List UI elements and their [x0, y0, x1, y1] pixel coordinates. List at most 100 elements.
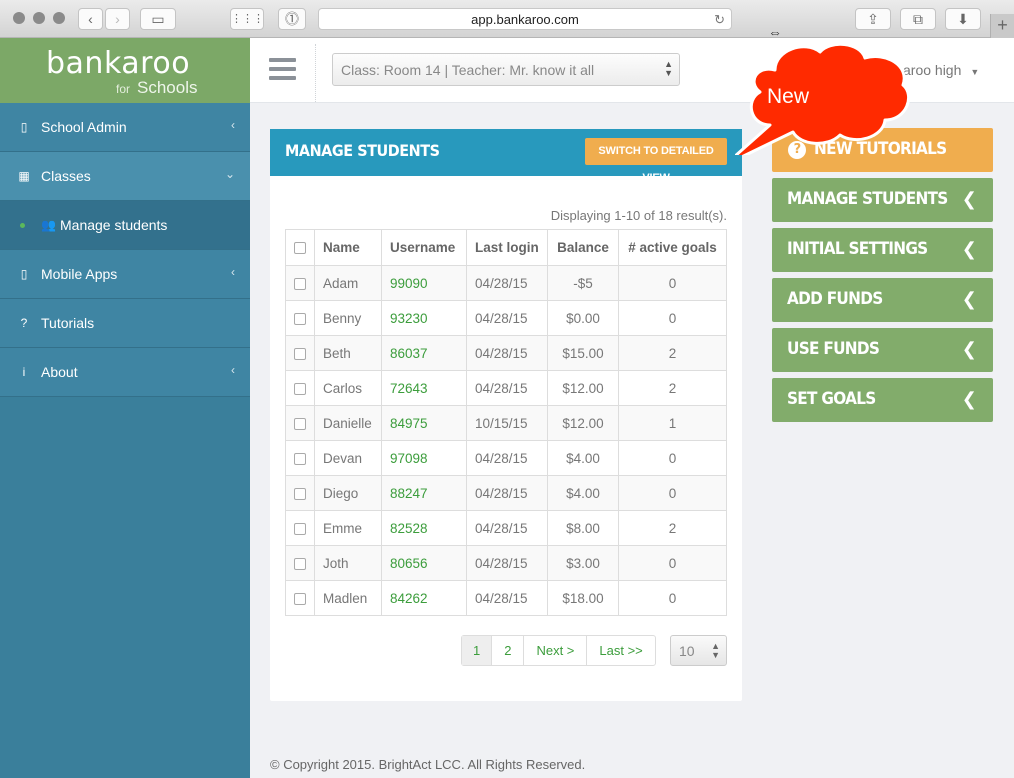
cell-username[interactable]: 80656 [381, 545, 467, 581]
manage-students-button[interactable]: MANAGE STUDENTS ❮ [772, 178, 993, 222]
close-window-dot[interactable] [13, 12, 25, 24]
use-funds-button[interactable]: USE FUNDS ❮ [772, 328, 993, 372]
chevron-left-icon: ❮ [961, 289, 977, 310]
logo[interactable]: bankaroo for Schools [0, 38, 250, 103]
page-size-select[interactable]: 10 ▲ ▼ [670, 635, 727, 666]
cell-username[interactable]: 86037 [381, 335, 467, 371]
next-page-button[interactable]: Next > [523, 636, 586, 665]
address-bar[interactable]: app.bankaroo.com ↻ [318, 8, 732, 30]
row-checkbox[interactable] [294, 487, 306, 500]
cell-username[interactable]: 97098 [381, 440, 467, 476]
table-row[interactable]: Madlen 84262 04/28/15 $18.00 0 [285, 580, 727, 616]
panel-header: MANAGE STUDENTS SWITCH TO DETAILED VIEW [270, 129, 742, 184]
sidebar-item-classes[interactable]: ▦ Classes ⌄ [0, 152, 250, 201]
cell-username[interactable]: 93230 [381, 300, 467, 336]
cell-last-login: 04/28/15 [466, 370, 548, 406]
sidebar-item-about[interactable]: i About ‹ [0, 348, 250, 397]
new-tab-icon[interactable]: + [990, 14, 1014, 38]
cell-username[interactable]: 99090 [381, 265, 467, 301]
cell-goals: 0 [618, 545, 727, 581]
forward-icon[interactable]: › [105, 8, 130, 30]
sidebar-item-tutorials[interactable]: ? Tutorials [0, 299, 250, 348]
page-1-button[interactable]: 1 [462, 636, 492, 665]
share-icon[interactable]: ⇪ [855, 8, 891, 30]
cell-balance: $12.00 [547, 405, 619, 441]
cell-name: Danielle [314, 405, 382, 441]
table-row[interactable]: Beth 86037 04/28/15 $15.00 2 [285, 335, 727, 371]
select-arrows-icon: ▲ ▼ [711, 641, 720, 660]
column-header-username[interactable]: Username [381, 229, 467, 266]
sidebar-item-manage-students[interactable]: 👥 Manage students [0, 201, 250, 250]
column-header-name[interactable]: Name [314, 229, 382, 266]
table-row[interactable]: Adam 99090 04/28/15 -$5 0 [285, 265, 727, 301]
cell-last-login: 04/28/15 [466, 300, 548, 336]
zoom-window-dot[interactable] [53, 12, 65, 24]
sidebar-item-mobile-apps[interactable]: ▯ Mobile Apps ‹ [0, 250, 250, 299]
page-size-value: 10 [679, 643, 695, 659]
minimize-window-dot[interactable] [33, 12, 45, 24]
question-circle-icon: ? [20, 316, 28, 330]
row-checkbox-cell [285, 545, 315, 581]
page-2-button[interactable]: 2 [491, 636, 523, 665]
table-row[interactable]: Joth 80656 04/28/15 $3.00 0 [285, 545, 727, 581]
cell-goals: 0 [618, 580, 727, 616]
column-header-goals[interactable]: # active goals [618, 229, 727, 266]
set-goals-button[interactable]: SET GOALS ❮ [772, 378, 993, 422]
initial-settings-button[interactable]: INITIAL SETTINGS ❮ [772, 228, 993, 272]
table-row[interactable]: Diego 88247 04/28/15 $4.00 0 [285, 475, 727, 511]
switch-detailed-view-button[interactable]: SWITCH TO DETAILED VIEW [585, 138, 727, 184]
cell-username[interactable]: 88247 [381, 475, 467, 511]
last-page-button[interactable]: Last >> [586, 636, 654, 665]
chevron-left-icon: ❮ [961, 339, 977, 360]
chevron-left-icon: ❮ [961, 389, 977, 410]
row-checkbox[interactable] [294, 347, 306, 360]
cell-username[interactable]: 84975 [381, 405, 467, 441]
cell-username[interactable]: 84262 [381, 580, 467, 616]
row-checkbox[interactable] [294, 417, 306, 430]
cell-username[interactable]: 72643 [381, 370, 467, 406]
row-checkbox[interactable] [294, 277, 306, 290]
panel-title: MANAGE STUDENTS [285, 141, 440, 160]
table-row[interactable]: Benny 93230 04/28/15 $0.00 0 [285, 300, 727, 336]
pagination: 1 2 Next > Last >> [461, 635, 656, 666]
row-checkbox[interactable] [294, 382, 306, 395]
row-checkbox[interactable] [294, 592, 306, 605]
users-icon: 👥 [41, 218, 56, 232]
sidebar-item-label: Classes [41, 168, 91, 184]
password-icon[interactable]: ⓵ [278, 8, 306, 30]
table-row[interactable]: Danielle 84975 10/15/15 $12.00 1 [285, 405, 727, 441]
info-circle-icon: i [22, 365, 26, 379]
sidebar-item-label: Tutorials [41, 315, 95, 331]
row-checkbox[interactable] [294, 522, 306, 535]
add-funds-button[interactable]: ADD FUNDS ❮ [772, 278, 993, 322]
row-checkbox-cell [285, 580, 315, 616]
cell-balance: $4.00 [547, 475, 619, 511]
column-header-balance[interactable]: Balance [547, 229, 619, 266]
cell-username[interactable]: 82528 [381, 510, 467, 546]
reload-icon[interactable]: ↻ [714, 9, 725, 30]
top-sites-icon[interactable]: ⋮⋮⋮ [230, 8, 264, 30]
row-checkbox[interactable] [294, 452, 306, 465]
cell-name: Benny [314, 300, 382, 336]
row-checkbox[interactable] [294, 557, 306, 570]
footer-copyright: © Copyright 2015. BrightAct LCC. All Rig… [270, 757, 586, 772]
download-icon[interactable]: ⬇ [945, 8, 981, 30]
sidebar-toggle-icon[interactable]: ▭ [140, 8, 176, 30]
cell-name: Joth [314, 545, 382, 581]
table-row[interactable]: Devan 97098 04/28/15 $4.00 0 [285, 440, 727, 476]
cell-name: Emme [314, 510, 382, 546]
class-select[interactable]: Class: Room 14 | Teacher: Mr. know it al… [332, 53, 680, 86]
logo-schools-text: Schools [137, 78, 198, 97]
hamburger-menu-icon[interactable] [269, 58, 296, 80]
tabs-icon[interactable]: ⧉ [900, 8, 936, 30]
table-row[interactable]: Carlos 72643 04/28/15 $12.00 2 [285, 370, 727, 406]
chevron-left-icon: ❮ [961, 189, 977, 210]
back-icon[interactable]: ‹ [78, 8, 103, 30]
select-all-checkbox[interactable] [294, 242, 306, 255]
row-checkbox[interactable] [294, 312, 306, 325]
sidebar-item-school-admin[interactable]: ▯ School Admin ‹ [0, 103, 250, 152]
column-header-last-login[interactable]: Last login [466, 229, 548, 266]
action-label: SET GOALS [787, 389, 876, 409]
table-row[interactable]: Emme 82528 04/28/15 $8.00 2 [285, 510, 727, 546]
cell-last-login: 04/28/15 [466, 440, 548, 476]
